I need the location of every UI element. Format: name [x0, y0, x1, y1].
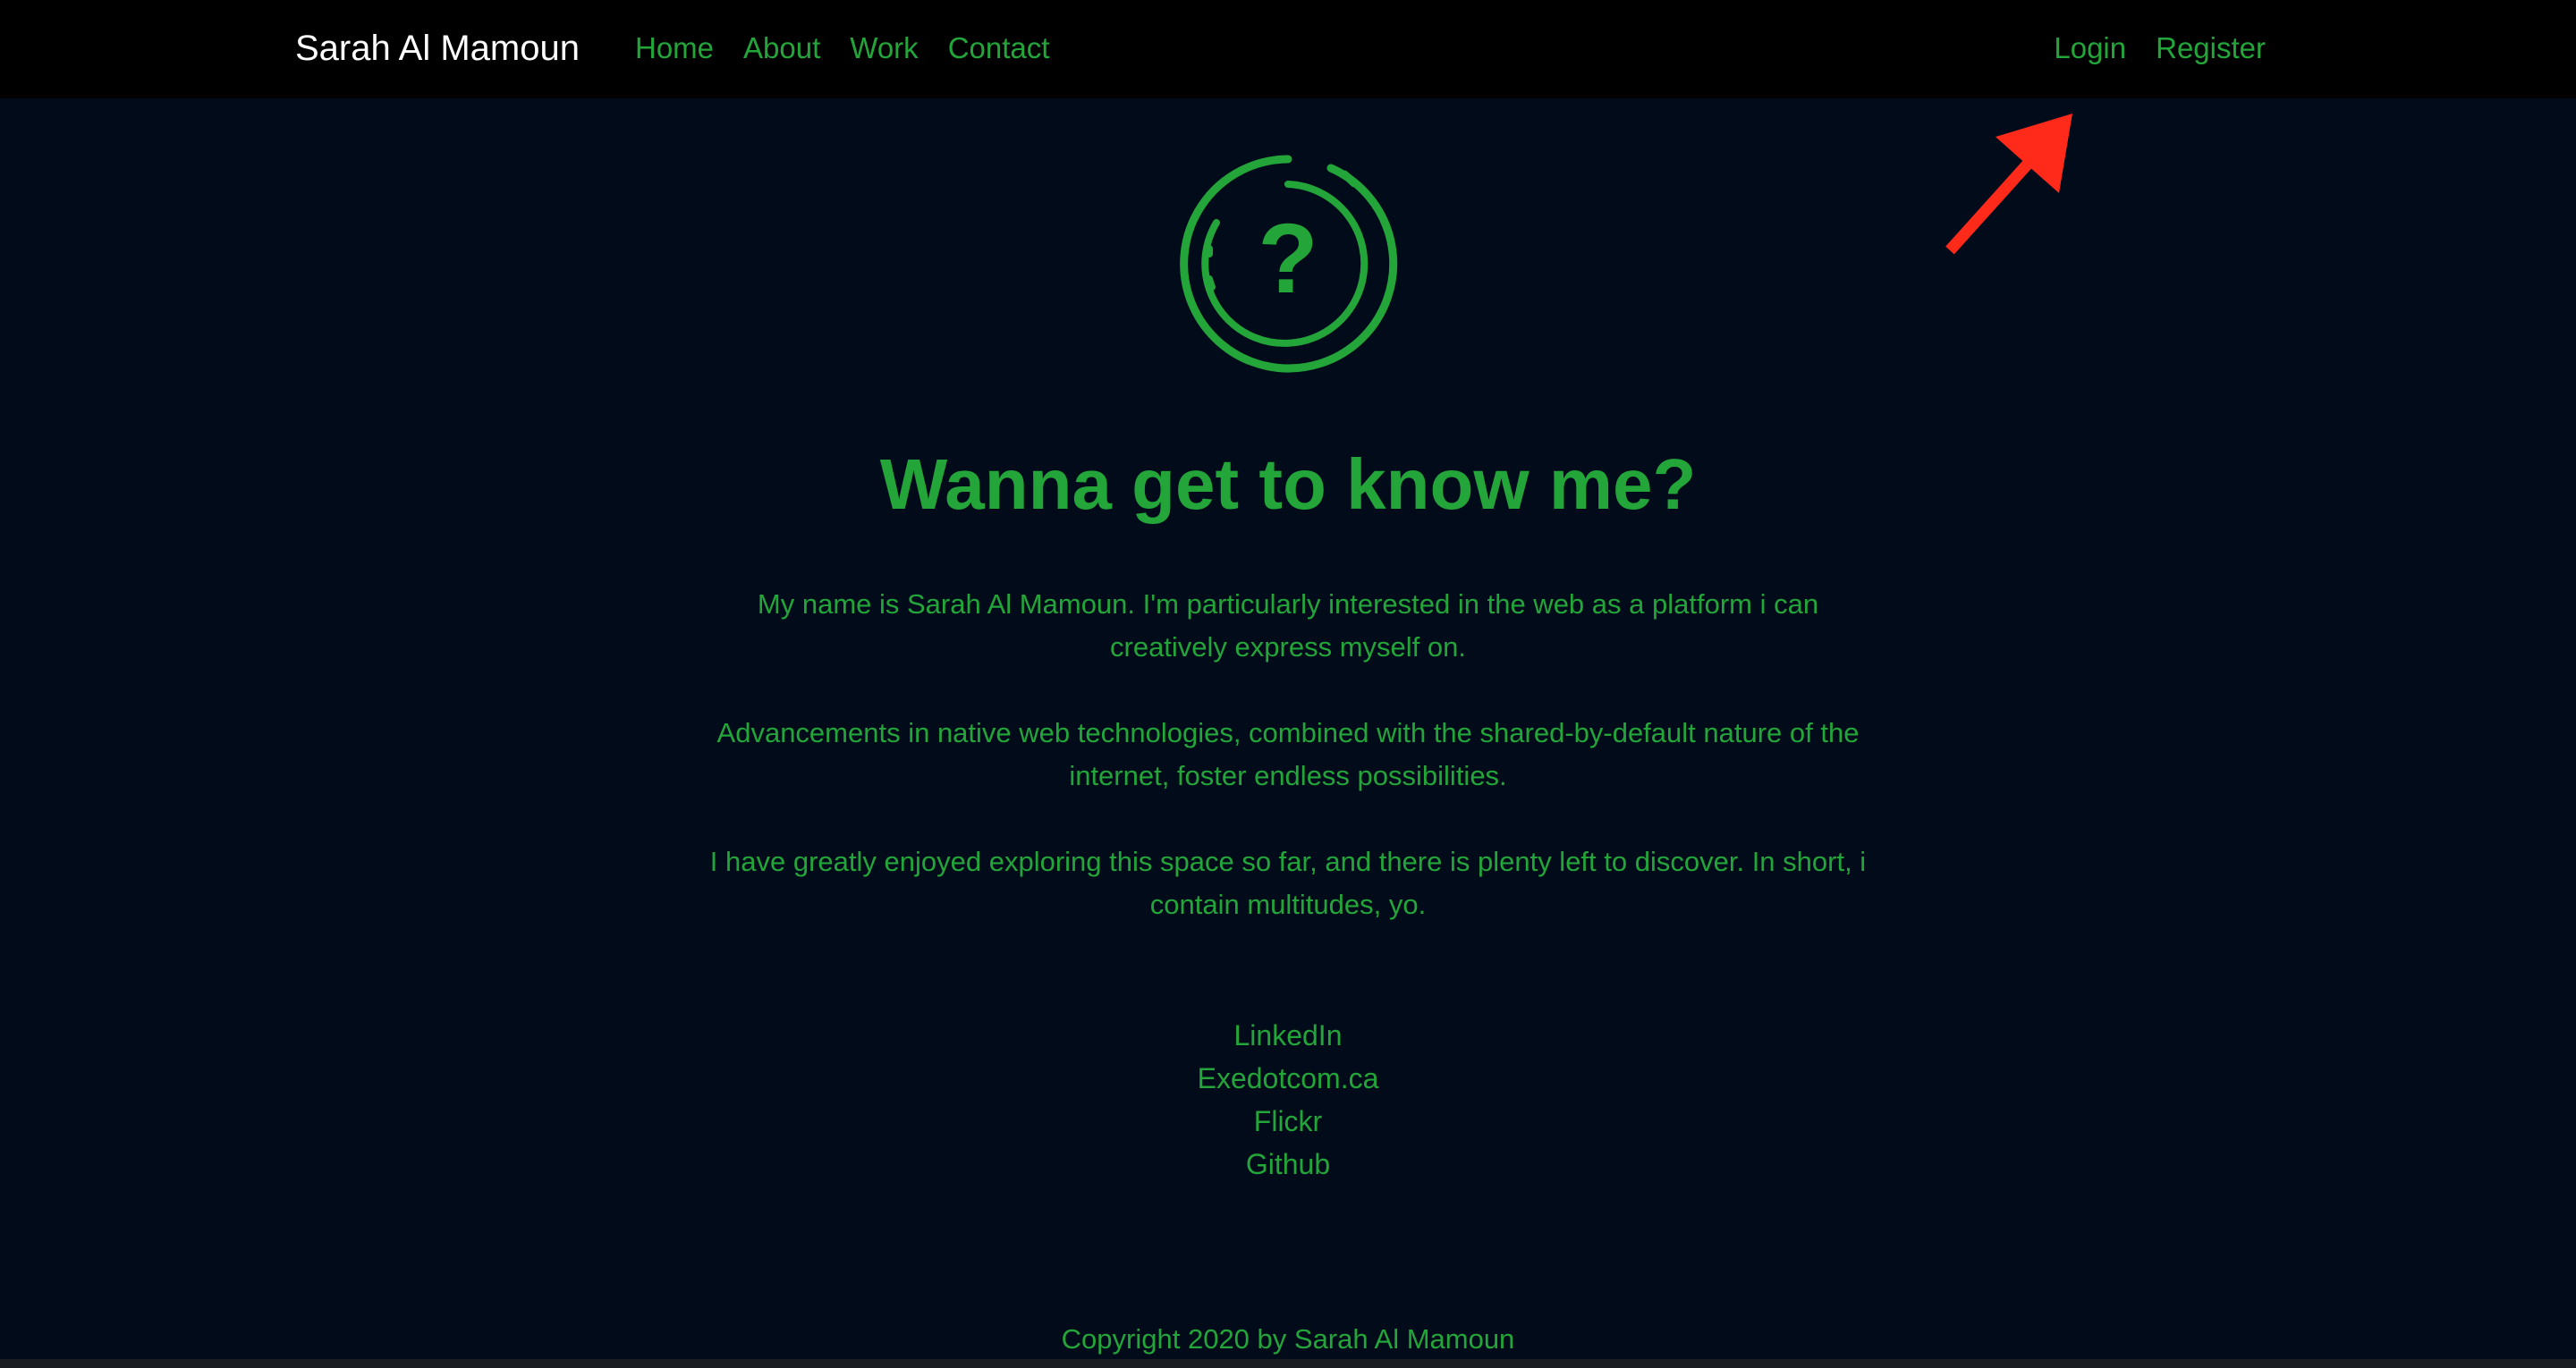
nav-links: Home About Work Contact	[635, 27, 1049, 70]
nav-contact-link[interactable]: Contact	[948, 27, 1050, 70]
bio-section: My name is Sarah Al Mamoun. I'm particul…	[707, 583, 1869, 969]
red-arrow-icon	[1945, 114, 2072, 255]
bio-paragraph: My name is Sarah Al Mamoun. I'm particul…	[757, 588, 1819, 663]
exedotcom-link[interactable]: Exedotcom.ca	[0, 1057, 2576, 1100]
page-heading: Wanna get to know me?	[879, 444, 1697, 524]
bottom-edge	[0, 1359, 2576, 1368]
github-link[interactable]: Github	[0, 1143, 2576, 1186]
bio-paragraph: Advancements in native web technologies,…	[716, 717, 1860, 791]
nav-home-link[interactable]: Home	[635, 27, 714, 70]
social-links: LinkedIn Exedotcom.ca Flickr Github	[0, 1014, 2576, 1186]
flickr-link[interactable]: Flickr	[0, 1100, 2576, 1143]
navbar: Sarah Al Mamoun Home About Work Contact …	[0, 0, 2576, 98]
login-link[interactable]: Login	[2054, 27, 2126, 70]
register-link[interactable]: Register	[2156, 27, 2266, 70]
bio-paragraph: I have greatly enjoyed exploring this sp…	[709, 846, 1867, 920]
nav-work-link[interactable]: Work	[850, 27, 918, 70]
nav-about-link[interactable]: About	[743, 27, 820, 70]
brand-link[interactable]: Sarah Al Mamoun	[295, 25, 580, 72]
auth-links: Login Register	[2054, 27, 2266, 70]
question-circle-icon: ?	[1180, 155, 1398, 373]
linkedin-link[interactable]: LinkedIn	[0, 1014, 2576, 1057]
question-glyph: ?	[1258, 204, 1318, 314]
footer-copyright: Copyright 2020 by Sarah Al Mamoun	[1061, 1323, 1515, 1355]
